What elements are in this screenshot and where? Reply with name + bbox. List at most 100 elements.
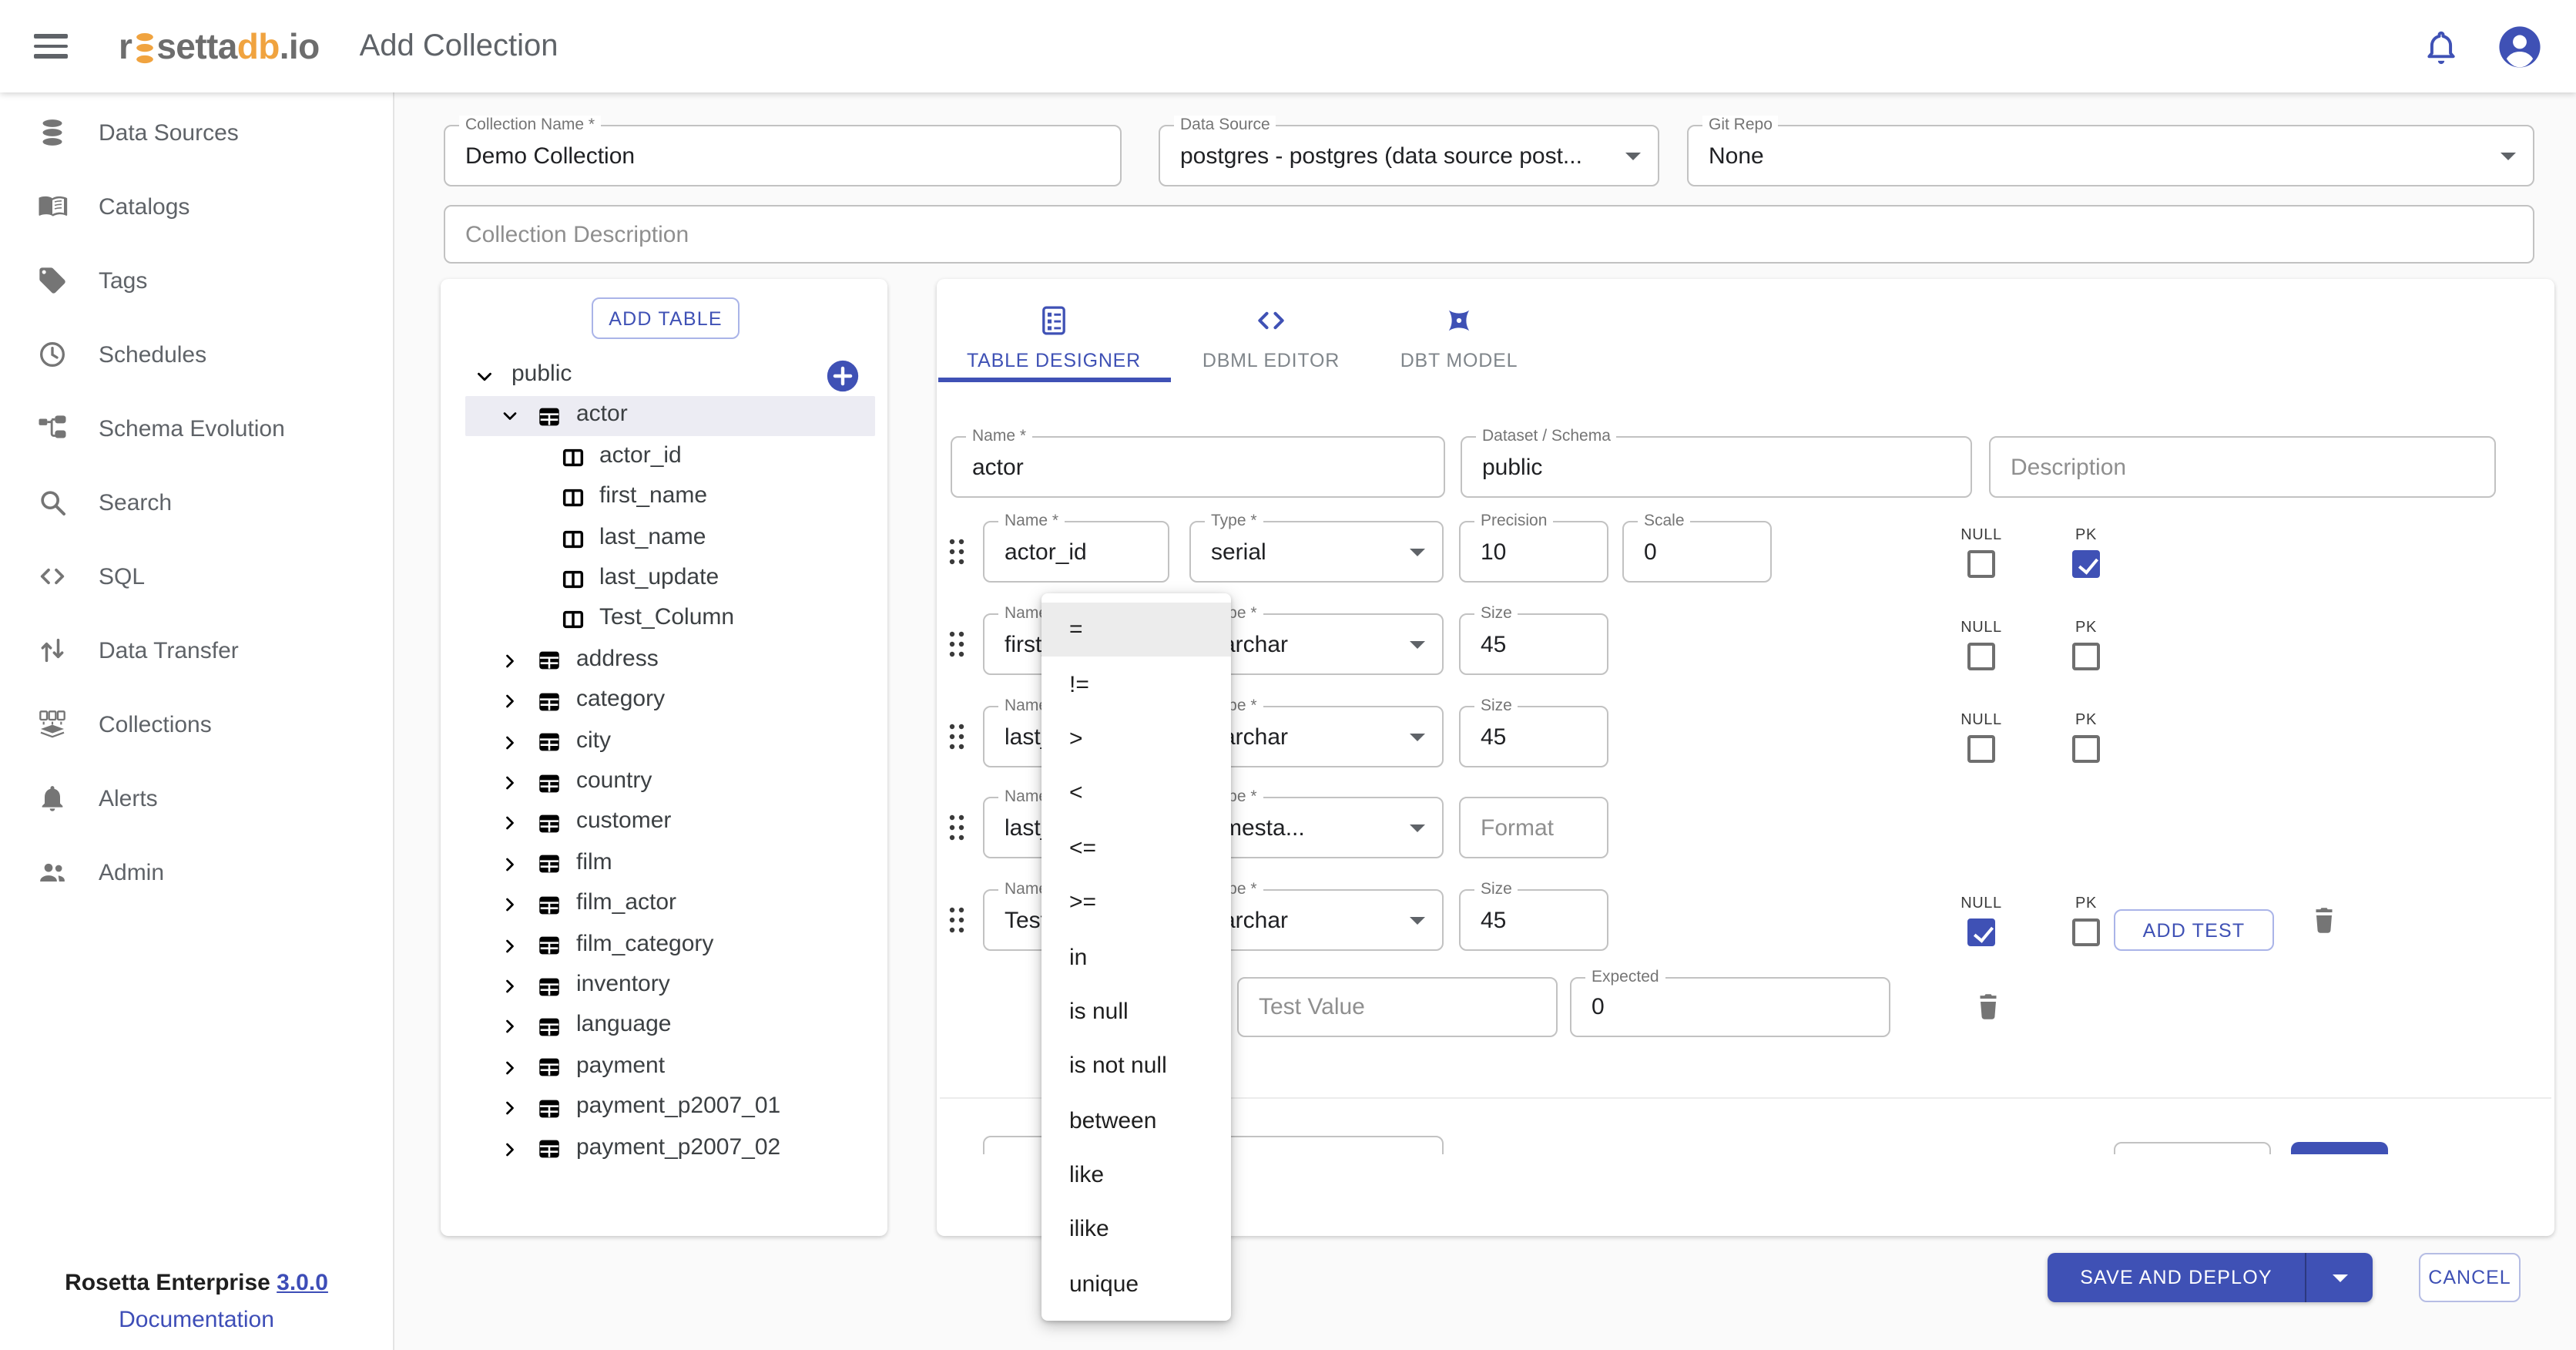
pk-checkbox[interactable] bbox=[2072, 735, 2100, 763]
chevron-right-icon[interactable] bbox=[499, 1097, 521, 1119]
sidebar-item-admin[interactable]: Admin bbox=[0, 835, 393, 909]
sidebar-item-search[interactable]: Search bbox=[0, 465, 393, 539]
add-test-button[interactable]: ADD TEST bbox=[2114, 909, 2274, 951]
documentation-link[interactable]: Documentation bbox=[119, 1307, 274, 1333]
tree-schema-public[interactable]: public bbox=[441, 356, 887, 396]
tree-column-actor-id[interactable]: actor_id bbox=[441, 438, 887, 478]
column-size-field[interactable]: Size45 bbox=[1459, 889, 1608, 951]
table-description-field[interactable]: Description bbox=[1989, 436, 2496, 498]
operator-option--[interactable]: != bbox=[1041, 657, 1231, 712]
chevron-right-icon[interactable] bbox=[499, 1057, 521, 1079]
operator-option--[interactable]: >= bbox=[1041, 875, 1231, 930]
tree-table-inventory[interactable]: inventory bbox=[441, 966, 887, 1006]
tree-column-test-column[interactable]: Test_Column bbox=[441, 600, 887, 640]
collection-name-field[interactable]: Collection Name * Demo Collection bbox=[444, 125, 1122, 186]
tree-table-language[interactable]: language bbox=[441, 1007, 887, 1047]
chevron-right-icon[interactable] bbox=[499, 935, 521, 956]
drag-handle-icon[interactable] bbox=[948, 905, 966, 935]
sidebar-item-alerts[interactable]: Alerts bbox=[0, 761, 393, 835]
column-size-field[interactable]: Size45 bbox=[1459, 706, 1608, 767]
sidebar-item-data-transfer[interactable]: Data Transfer bbox=[0, 613, 393, 687]
tree-table-actor[interactable]: actor bbox=[441, 397, 887, 437]
hamburger-menu-icon[interactable] bbox=[34, 34, 68, 59]
sidebar-item-schema-evolution[interactable]: Schema Evolution bbox=[0, 391, 393, 465]
collection-description-field[interactable]: Collection Description bbox=[444, 205, 2534, 264]
drag-handle-icon[interactable] bbox=[948, 812, 966, 843]
notifications-icon[interactable] bbox=[2422, 27, 2460, 65]
operator-option--[interactable]: > bbox=[1041, 712, 1231, 767]
operator-option-unique[interactable]: unique bbox=[1041, 1257, 1231, 1311]
expected-field[interactable]: Expected 0 bbox=[1570, 977, 1890, 1037]
tree-table-payment-p2007-02[interactable]: payment_p2007_02 bbox=[441, 1129, 887, 1169]
chevron-right-icon[interactable] bbox=[499, 731, 521, 753]
tree-table-film-category[interactable]: film_category bbox=[441, 925, 887, 965]
delete-column-icon[interactable] bbox=[2308, 905, 2340, 937]
pk-checkbox[interactable] bbox=[2072, 918, 2100, 946]
tree-column-last-update[interactable]: last_update bbox=[441, 559, 887, 599]
chevron-right-icon[interactable] bbox=[499, 894, 521, 915]
chevron-right-icon[interactable] bbox=[499, 690, 521, 712]
chevron-right-icon[interactable] bbox=[499, 854, 521, 875]
operator-option-is-not-null[interactable]: is not null bbox=[1041, 1039, 1231, 1093]
chevron-right-icon[interactable] bbox=[499, 1138, 521, 1160]
delete-test-icon[interactable] bbox=[1972, 989, 2004, 1025]
data-source-select[interactable]: Data Source postgres - postgres (data so… bbox=[1159, 125, 1659, 186]
add-schema-table-button[interactable] bbox=[826, 359, 860, 393]
null-checkbox[interactable] bbox=[1967, 918, 1995, 946]
chevron-right-icon[interactable] bbox=[499, 1016, 521, 1038]
operator-option--[interactable]: = bbox=[1041, 603, 1231, 657]
sidebar-item-sql[interactable]: SQL bbox=[0, 539, 393, 613]
operator-option-between[interactable]: between bbox=[1041, 1093, 1231, 1148]
operator-option-is-null[interactable]: is null bbox=[1041, 984, 1231, 1039]
operator-option-ilike[interactable]: ilike bbox=[1041, 1203, 1231, 1258]
sidebar-item-schedules[interactable]: Schedules bbox=[0, 317, 393, 391]
sidebar-item-tags[interactable]: Tags bbox=[0, 243, 393, 317]
column-name-field[interactable]: Name *actor_id bbox=[983, 521, 1169, 583]
git-repo-select[interactable]: Git Repo None bbox=[1687, 125, 2534, 186]
cancel-button[interactable]: CANCEL bbox=[2419, 1253, 2521, 1302]
null-checkbox[interactable] bbox=[1967, 550, 1995, 578]
tree-table-customer[interactable]: customer bbox=[441, 804, 887, 844]
save-and-deploy-button[interactable]: SAVE AND DEPLOY bbox=[2048, 1253, 2373, 1302]
chevron-right-icon[interactable] bbox=[499, 650, 521, 672]
tree-table-city[interactable]: city bbox=[441, 722, 887, 762]
version-link[interactable]: 3.0.0 bbox=[277, 1270, 328, 1296]
tree-table-payment[interactable]: payment bbox=[441, 1048, 887, 1088]
tree-table-film-actor[interactable]: film_actor bbox=[441, 885, 887, 925]
sidebar-item-collections[interactable]: Collections bbox=[0, 687, 393, 761]
column-size-field[interactable]: Size45 bbox=[1459, 613, 1608, 675]
column-scale-field[interactable]: Scale0 bbox=[1622, 521, 1772, 583]
column-format-field[interactable]: Format bbox=[1459, 797, 1608, 858]
chevron-right-icon[interactable] bbox=[499, 772, 521, 794]
operator-option-in[interactable]: in bbox=[1041, 930, 1231, 985]
sidebar-item-catalogs[interactable]: Catalogs bbox=[0, 170, 393, 243]
tree-table-category[interactable]: category bbox=[441, 681, 887, 721]
app-logo[interactable]: rsettadb.io bbox=[119, 25, 320, 67]
dataset-schema-field[interactable]: Dataset / Schema public bbox=[1461, 436, 1972, 498]
drag-handle-icon[interactable] bbox=[948, 536, 966, 567]
tree-column-last-name[interactable]: last_name bbox=[441, 519, 887, 559]
chevron-right-icon[interactable] bbox=[499, 813, 521, 835]
tree-column-first-name[interactable]: first_name bbox=[441, 478, 887, 518]
tab-dbml-editor[interactable]: DBML EDITOR bbox=[1174, 294, 1368, 371]
drag-handle-icon[interactable] bbox=[948, 629, 966, 660]
column-precision-field[interactable]: Precision10 bbox=[1459, 521, 1608, 583]
drag-handle-icon[interactable] bbox=[948, 721, 966, 752]
table-name-field[interactable]: Name * actor bbox=[951, 436, 1445, 498]
chevron-down-icon[interactable] bbox=[499, 406, 521, 428]
operator-option--[interactable]: <= bbox=[1041, 821, 1231, 875]
user-avatar[interactable] bbox=[2497, 24, 2542, 69]
operator-option--[interactable]: < bbox=[1041, 766, 1231, 821]
tab-dbt-model[interactable]: DBT MODEL bbox=[1368, 294, 1550, 371]
sidebar-item-data-sources[interactable]: Data Sources bbox=[0, 96, 393, 170]
tree-table-country[interactable]: country bbox=[441, 763, 887, 803]
chevron-down-icon[interactable] bbox=[473, 365, 496, 388]
save-options-dropdown[interactable] bbox=[2305, 1253, 2373, 1302]
column-type-select[interactable]: Type *serial bbox=[1189, 521, 1444, 583]
new-column-action-button[interactable] bbox=[2291, 1142, 2388, 1154]
chevron-right-icon[interactable] bbox=[499, 976, 521, 997]
tree-table-payment-p2007-01[interactable]: payment_p2007_01 bbox=[441, 1088, 887, 1128]
tree-table-address[interactable]: address bbox=[441, 641, 887, 681]
test-value-field[interactable]: Test Value bbox=[1237, 977, 1558, 1037]
new-column-extra-field[interactable] bbox=[2114, 1142, 2271, 1154]
